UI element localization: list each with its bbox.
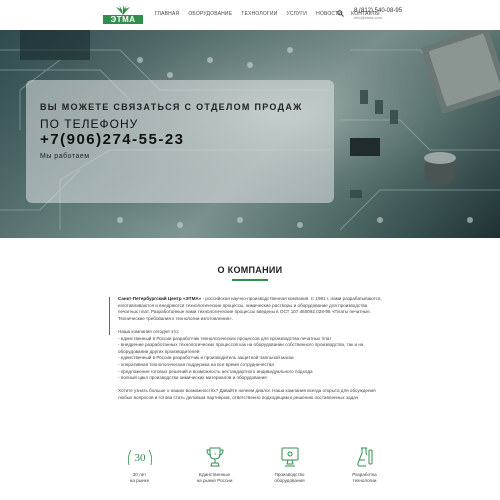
feature-caption: 30 лет на рынке [102, 472, 177, 484]
hero-phone-number[interactable]: +7(906)274-55-23 [40, 131, 185, 148]
feature-years: 30 30 лет на рынке [102, 445, 177, 484]
logo[interactable]: ЭТМА [103, 5, 143, 25]
feature-technology: Разработка технологии [327, 445, 402, 484]
years-number: 30 [134, 452, 146, 464]
feature-caption-line: на рынке [129, 478, 150, 483]
company-name: Санкт-Петербургский Центр «ЭТМА» [118, 296, 202, 301]
monitor-icon [252, 445, 327, 469]
list-item: - единственный в России разработчик техн… [118, 335, 332, 341]
nav-technologies[interactable]: Технологии [241, 11, 277, 17]
leaf-logo-icon [116, 5, 130, 15]
list-item: - внедрение разработанных технологически… [118, 342, 364, 354]
feature-caption: Единственные на рынке России [177, 472, 252, 484]
nav-services[interactable]: Услуги [286, 11, 307, 17]
nav-home[interactable]: Главная [155, 11, 179, 17]
feature-caption-line: оборудования [274, 478, 305, 483]
list-item: - единственный в России разработчик и пр… [118, 355, 294, 361]
svg-text:1: 1 [213, 451, 216, 456]
list-item: - оперативная технологическая поддержка … [118, 361, 274, 367]
search-icon[interactable] [337, 10, 344, 17]
feature-caption: Разработка технологии [327, 472, 402, 484]
list-item: - полный цикл производства химических ма… [118, 375, 267, 381]
about-text: Санкт-Петербургский Центр «ЭТМА» - росси… [118, 296, 388, 408]
title-underline [232, 279, 268, 281]
feature-caption-line: технологии [352, 478, 377, 483]
header-email[interactable]: info@etma.com [354, 15, 402, 20]
sales-contact-box: ВЫ МОЖЕТЕ СВЯЗАТЬСЯ С ОТДЕЛОМ ПРОДАЖ ПО … [26, 80, 334, 203]
list-title: Наша компания сегодня это: [118, 328, 180, 334]
about-intro: Санкт-Петербургский Центр «ЭТМА» - росси… [118, 296, 388, 322]
feature-caption: Производство оборудования [252, 472, 327, 484]
site-header: ЭТМА Главная Оборудование Технологии Усл… [0, 0, 500, 30]
header-phone[interactable]: 8 (812) 540-08-95 [354, 8, 402, 14]
about-title: О КОМПАНИИ [217, 265, 283, 275]
years-badge-icon: 30 [102, 445, 177, 469]
logo-text: ЭТМА [103, 15, 143, 24]
trophy-icon: 1 [177, 445, 252, 469]
feature-unique: 1 Единственные на рынке России [177, 445, 252, 484]
accent-bar [109, 297, 110, 335]
flask-icon [327, 445, 402, 469]
hero-heading: ВЫ МОЖЕТЕ СВЯЗАТЬСЯ С ОТДЕЛОМ ПРОДАЖ [40, 102, 303, 112]
nav-equipment[interactable]: Оборудование [188, 11, 232, 17]
feature-equipment: Производство оборудования [252, 445, 327, 484]
about-outro: Хотите узнать больше о наших возможностя… [118, 388, 376, 400]
hero-banner: ВЫ МОЖЕТЕ СВЯЗАТЬСЯ С ОТДЕЛОМ ПРОДАЖ ПО … [0, 30, 500, 238]
hero-subheading: ПО ТЕЛЕФОНУ [40, 117, 139, 131]
hero-hours: Мы работаем [40, 153, 90, 160]
header-contacts: 8 (812) 540-08-95 info@etma.com [354, 8, 402, 20]
features-row: 30 30 лет на рынке 1 Единственные на рын… [100, 445, 400, 500]
feature-caption-line: на рынке России [196, 478, 233, 483]
